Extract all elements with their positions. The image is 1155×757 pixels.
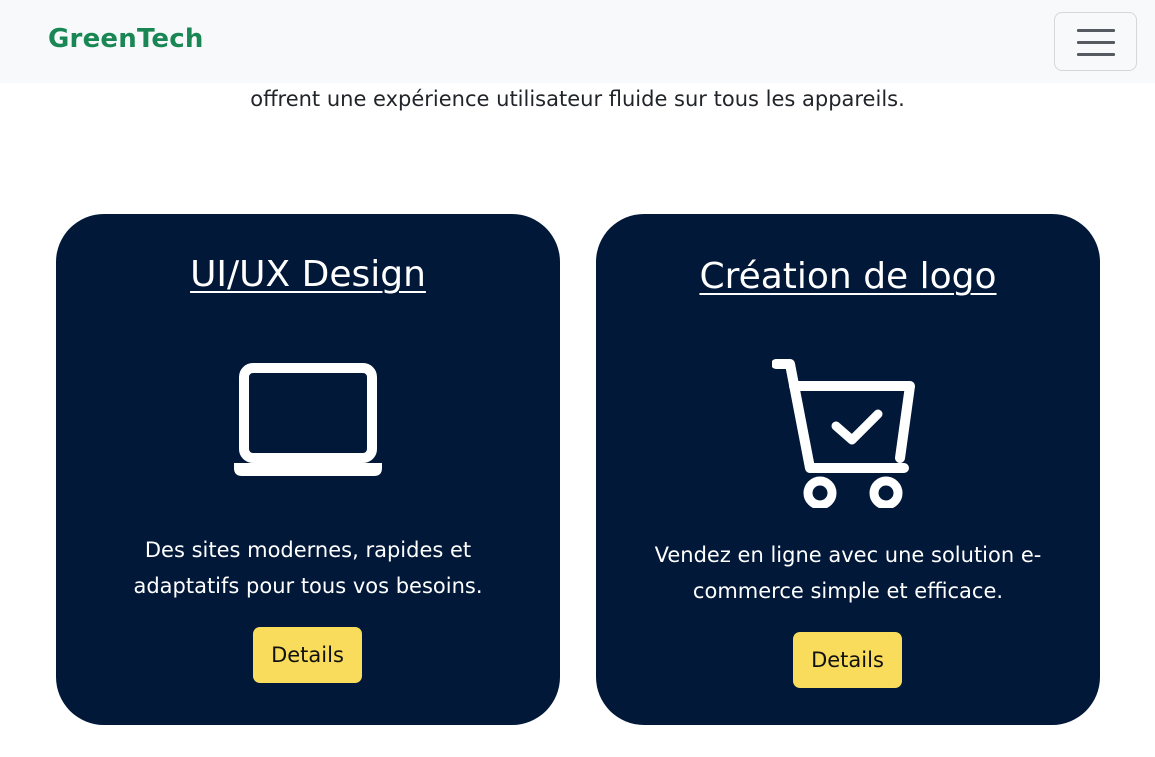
shopping-cart-check-icon: [771, 358, 922, 512]
navbar: GreenTech: [0, 0, 1155, 83]
brand-logo[interactable]: GreenTech: [48, 24, 204, 54]
intro-text: offrent une expérience utilisateur fluid…: [250, 87, 905, 111]
menu-toggle-button[interactable]: [1054, 12, 1137, 71]
hamburger-bar: [1077, 53, 1115, 56]
service-card-uiux: UI/UX Design Des sites modernes, rapides…: [56, 214, 560, 725]
service-card-logo: Création de logo Vendez en ligne avec un…: [596, 214, 1100, 725]
hamburger-bar: [1077, 41, 1115, 44]
details-button[interactable]: Details: [253, 627, 362, 683]
card-title-link[interactable]: UI/UX Design: [56, 254, 560, 295]
hamburger-menu-icon: [1077, 29, 1115, 32]
card-description: Vendez en ligne avec une solution e-comm…: [654, 543, 1042, 603]
card-description: Des sites modernes, rapides et adaptatif…: [133, 538, 483, 598]
details-button[interactable]: Details: [793, 632, 902, 688]
card-title-link[interactable]: Création de logo: [596, 256, 1100, 297]
laptop-icon: [232, 362, 384, 482]
